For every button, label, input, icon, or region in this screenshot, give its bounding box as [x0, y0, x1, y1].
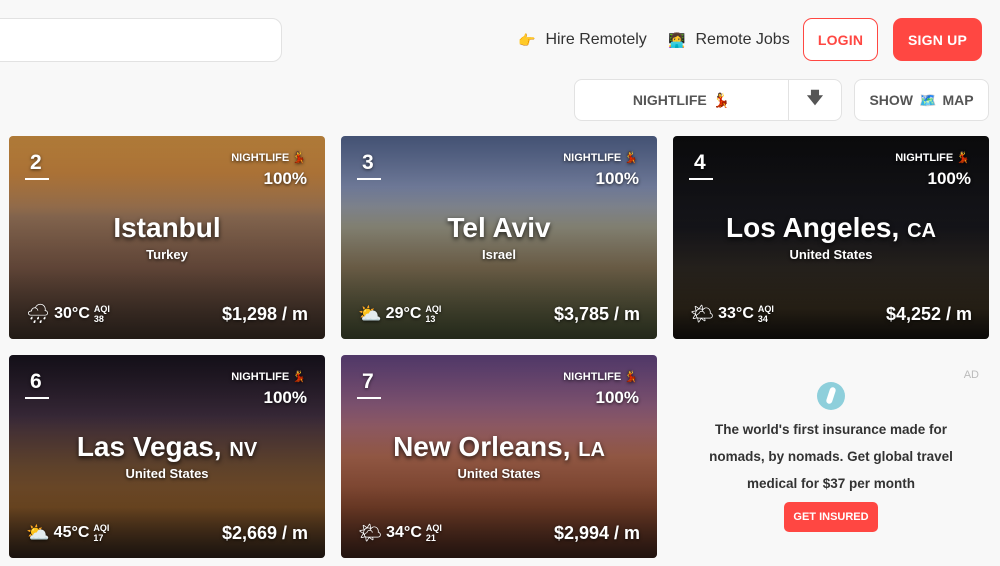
temperature: 45°C [53, 524, 90, 541]
login-button[interactable]: LOGIN [803, 18, 878, 61]
partly-cloudy-icon: ⛅ [358, 304, 382, 325]
monthly-cost: $2,669 / m [221, 523, 308, 543]
rank-underline [25, 397, 49, 399]
remote-jobs-link[interactable]: 👩‍💻 Remote Jobs [668, 28, 790, 52]
city-name: Los Angeles, CA [726, 212, 936, 243]
temperature: 33°C [718, 305, 754, 322]
state-code: NV [229, 439, 258, 461]
city-name: Istanbul [113, 212, 221, 243]
signup-button[interactable]: SIGN UP [893, 18, 982, 61]
rank-number: 2 [30, 151, 42, 174]
rank-number: 6 [30, 370, 42, 393]
aqi-badge: AQI 13 [425, 304, 442, 324]
feather-logo-icon [817, 382, 845, 410]
country-name: Israel [482, 247, 516, 262]
temperature: 29°C [385, 305, 422, 322]
state-code: CA [907, 220, 936, 242]
dancer-icon: 💃 [712, 91, 731, 108]
category-tag: NIGHTLIFE 💃 [563, 152, 638, 164]
rank-number: 4 [694, 151, 706, 174]
score-percent: 100% [595, 169, 639, 188]
monthly-cost: $1,298 / m [221, 304, 308, 324]
monthly-cost: $3,785 / m [553, 304, 640, 324]
city-card-las-vegas[interactable]: 6 NIGHTLIFE 💃 100% Las Vegas, NV United … [9, 355, 325, 558]
rank-underline [689, 178, 713, 180]
country-name: United States [457, 466, 541, 481]
weather-info: ⛅ 29°C AQI 13 [358, 302, 441, 326]
city-name: New Orleans, LA [393, 431, 605, 462]
rank-underline [357, 397, 381, 399]
partly-cloudy-icon: ⛅ [26, 523, 50, 544]
sort-control: NIGHTLIFE 💃 🡇 [574, 79, 842, 121]
city-name: Las Vegas, NV [76, 431, 258, 462]
temperature: 34°C [386, 524, 422, 541]
remote-jobs-label: Remote Jobs [695, 31, 790, 48]
score-percent: 100% [927, 169, 971, 188]
hire-remotely-link[interactable]: 👉 Hire Remotely [518, 28, 647, 52]
sun-behind-cloud-icon: 🌤 [358, 523, 383, 544]
city-name: Tel Aviv [447, 212, 551, 243]
city-card-los-angeles[interactable]: 4 NIGHTLIFE 💃 100% Los Angeles, CA Unite… [673, 136, 989, 339]
score-percent: 100% [263, 388, 307, 407]
technologist-icon: 👩‍💻 [668, 31, 686, 48]
state-code: LA [578, 439, 605, 461]
country-name: Turkey [146, 247, 188, 262]
aqi-badge: AQI 17 [93, 523, 110, 543]
show-map-button[interactable]: SHOW 🗺️ MAP [854, 79, 989, 121]
monthly-cost: $4,252 / m [885, 304, 972, 324]
hire-remotely-label: Hire Remotely [545, 31, 647, 48]
ad-card: AD The world's first insurance made for … [673, 355, 989, 558]
arrow-down-icon: 🡇 [806, 89, 824, 107]
sun-behind-cloud-icon: 🌤 [690, 304, 715, 325]
monthly-cost: $2,994 / m [553, 523, 640, 543]
search-input[interactable] [0, 18, 282, 62]
ad-text: The world's first insurance made for nom… [709, 422, 953, 491]
aqi-badge: AQI 38 [93, 304, 110, 324]
city-card-new-orleans[interactable]: 7 NIGHTLIFE 💃 100% New Orleans, LA Unite… [341, 355, 657, 558]
category-tag: NIGHTLIFE 💃 [231, 371, 306, 383]
category-tag: NIGHTLIFE 💃 [895, 152, 970, 164]
country-name: United States [789, 247, 873, 262]
ad-label: AD [963, 369, 979, 381]
map-icon: 🗺️ [919, 91, 937, 108]
pointing-hand-icon: 👉 [518, 31, 536, 48]
sort-label: NIGHTLIFE [632, 92, 707, 108]
rank-underline [25, 178, 49, 180]
sort-direction-button[interactable]: 🡇 [789, 80, 841, 120]
rank-number: 7 [362, 370, 374, 393]
weather-info: 🌤 34°C AQI 21 [358, 521, 442, 545]
rank-number: 3 [362, 151, 374, 174]
category-tag: NIGHTLIFE 💃 [231, 152, 306, 164]
rank-underline [357, 178, 381, 180]
weather-info: ⛅ 45°C AQI 17 [26, 521, 109, 545]
aqi-badge: AQI 21 [425, 523, 442, 543]
weather-info: 🌤 33°C AQI 34 [690, 302, 774, 326]
aqi-badge: AQI 34 [757, 304, 774, 324]
show-label: SHOW [869, 92, 913, 108]
category-tag: NIGHTLIFE 💃 [563, 371, 638, 383]
score-percent: 100% [263, 169, 307, 188]
map-label: MAP [942, 92, 974, 108]
city-card-istanbul[interactable]: 2 NIGHTLIFE 💃 100% Istanbul Turkey 🌧 30°… [9, 136, 325, 339]
weather-info: 🌧 30°C AQI 38 [26, 302, 110, 326]
rain-cloud-icon: 🌧 [26, 304, 51, 325]
get-insured-button[interactable]: GET INSURED [784, 502, 878, 532]
score-percent: 100% [595, 388, 639, 407]
temperature: 30°C [54, 305, 90, 322]
country-name: United States [125, 466, 209, 481]
sort-select[interactable]: NIGHTLIFE 💃 [575, 80, 789, 120]
city-card-tel-aviv[interactable]: 3 NIGHTLIFE 💃 100% Tel Aviv Israel ⛅ 29°… [341, 136, 657, 339]
